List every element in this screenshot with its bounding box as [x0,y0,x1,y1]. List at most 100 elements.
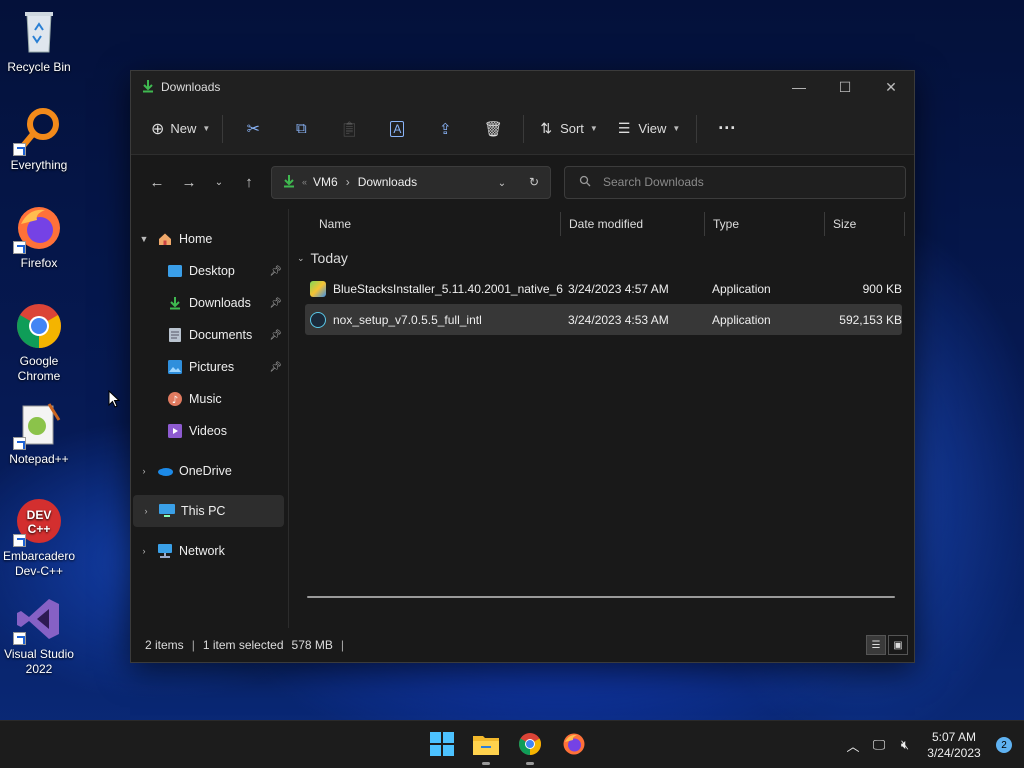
search-box[interactable]: Search Downloads [564,165,906,199]
visual-studio-icon [13,595,63,645]
column-header-size[interactable]: Size [825,212,905,236]
delete-button[interactable]: 🗑︎ [469,113,517,145]
clock[interactable]: 5:07 AM 3/24/2023 [918,729,990,761]
address-dropdown-button[interactable]: ⌄ [486,175,518,189]
desktop-icon-label: Recycle Bin [7,60,71,74]
sidebar-item-pictures[interactable]: Pictures 📌︎ [131,351,288,383]
sidebar-item-onedrive[interactable]: › OneDrive [131,455,288,487]
desktop-icon-notepadpp[interactable]: Notepad++ [2,400,76,467]
sidebar-item-documents[interactable]: Documents 📌︎ [131,319,288,351]
sidebar-item-this-pc[interactable]: › This PC [133,495,284,527]
overflow-chevron-icon[interactable]: « [302,177,307,187]
search-placeholder: Search Downloads [603,175,704,189]
taskbar-file-explorer[interactable] [470,729,502,765]
maximize-button[interactable]: ☐ [822,71,868,103]
shortcut-arrow-icon [13,632,26,645]
sidebar-item-desktop[interactable]: Desktop 📌︎ [131,255,288,287]
column-header-name[interactable]: Name [289,212,561,236]
refresh-button[interactable]: ↻ [518,175,550,189]
sidebar-item-label: Home [179,232,213,246]
sidebar-item-home[interactable]: ▼ Home [131,223,288,255]
pin-icon[interactable]: 📌︎ [269,330,282,341]
cut-button[interactable]: ✂ [229,113,277,145]
devcpp-icon: DEV C++ [13,497,63,547]
sidebar-item-downloads[interactable]: Downloads 📌︎ [131,287,288,319]
new-button[interactable]: ⊕ New ▼ [145,113,216,145]
windows-logo-icon [430,731,454,759]
sort-button[interactable]: ⇅ Sort ▼ [530,113,608,145]
file-row-selected[interactable]: nox_setup_v7.0.5.5_full_intl 3/24/2023 4… [305,304,902,335]
share-button[interactable]: ⇪ [421,113,469,145]
desktop-icon-label: Google Chrome [17,354,61,383]
details-view-button[interactable]: ☰ [866,635,886,655]
column-headers: Name Date modified Type Size [289,209,914,239]
computer-icon [159,503,175,519]
close-button[interactable]: ✕ [868,71,914,103]
desktop-icon-devcpp[interactable]: DEV C++ Embarcadero Dev-C++ [2,497,76,579]
sidebar-item-label: Network [179,544,225,558]
start-button[interactable] [426,729,458,761]
network-icon [157,543,173,559]
home-icon [157,231,173,247]
paste-button[interactable]: 📋︎ [325,113,373,145]
recent-locations-button[interactable]: ⌄ [205,167,233,197]
shortcut-arrow-icon [13,143,26,156]
view-lines-icon: ☰ [617,120,631,136]
network-status-button[interactable]: 🖵︎ [866,737,892,753]
music-icon: ♪ [167,391,183,407]
chevron-down-icon: ▼ [202,124,211,133]
desktop-icon-google-chrome[interactable]: Google Chrome [2,302,76,384]
sidebar-item-videos[interactable]: Videos [131,415,288,447]
command-bar: ⊕ New ▼ ✂ ⧉ 📋︎ A ⇪ 🗑︎ ⇅ Sort ▼ ☰ View ▼ … [131,103,914,155]
up-button[interactable]: ↑ [233,167,265,197]
share-icon: ⇪ [439,120,452,138]
trash-icon: 🗑︎ [483,120,503,138]
chevron-down-icon[interactable]: ▼ [131,234,157,244]
horizontal-scrollbar[interactable] [307,596,895,598]
tiles-view-button[interactable]: ▣ [888,635,908,655]
file-row[interactable]: BlueStacksInstaller_5.11.40.2001_native_… [305,273,902,304]
pin-icon[interactable]: 📌︎ [269,298,282,309]
volume-button[interactable]: 🔇︎ [892,737,918,753]
nox-icon [310,311,326,328]
copy-button[interactable]: ⧉ [277,113,325,145]
copy-icon: ⧉ [295,120,307,137]
desktop-icon-recycle-bin[interactable]: Recycle Bin [2,8,76,75]
group-header-today[interactable]: ⌄ Today [289,243,914,273]
chevron-right-icon[interactable]: › [133,506,159,516]
desktop-icon-firefox[interactable]: Firefox [2,204,76,271]
show-hidden-icons-button[interactable]: ︿ [840,736,866,755]
sidebar-item-label: OneDrive [179,464,232,478]
sidebar-item-label: This PC [181,504,226,518]
forward-button[interactable]: → [173,167,205,197]
chevron-down-icon: ⌄ [497,178,507,189]
notification-badge[interactable]: 2 [996,737,1012,753]
pin-icon[interactable]: 📌︎ [269,266,282,277]
breadcrumb-vm6[interactable]: VM6 [313,175,338,189]
chevron-down-icon: ▼ [672,124,681,133]
download-arrow-icon [282,174,296,191]
breadcrumb-downloads[interactable]: Downloads [358,175,417,189]
firefox-icon [13,204,63,254]
chevron-right-icon[interactable]: › [131,546,157,556]
column-header-type[interactable]: Type [705,212,825,236]
sidebar-item-network[interactable]: › Network [131,535,288,567]
pin-icon[interactable]: 📌︎ [269,362,282,373]
more-options-button[interactable]: ··· [703,113,751,145]
taskbar-firefox[interactable] [558,729,590,761]
minimize-button[interactable]: — [776,71,822,103]
chevron-up-icon: ︿ [846,738,860,754]
title-bar[interactable]: Downloads — ☐ ✕ [131,71,914,103]
ellipsis-icon: ··· [718,118,737,138]
back-button[interactable]: ← [141,167,173,197]
column-header-date-modified[interactable]: Date modified [561,212,705,236]
rename-button[interactable]: A [373,113,421,145]
desktop-icon-everything[interactable]: Everything [2,106,76,173]
desktop-icon-visual-studio[interactable]: Visual Studio 2022 [2,595,76,677]
chevron-right-icon[interactable]: › [131,466,157,476]
address-bar[interactable]: « VM6 › Downloads ⌄ ↻ [271,165,551,199]
sidebar-item-music[interactable]: ♪ Music [131,383,288,415]
view-button[interactable]: ☰ View ▼ [608,113,690,145]
taskbar-chrome[interactable] [514,729,546,765]
svg-text:C++: C++ [28,522,51,536]
